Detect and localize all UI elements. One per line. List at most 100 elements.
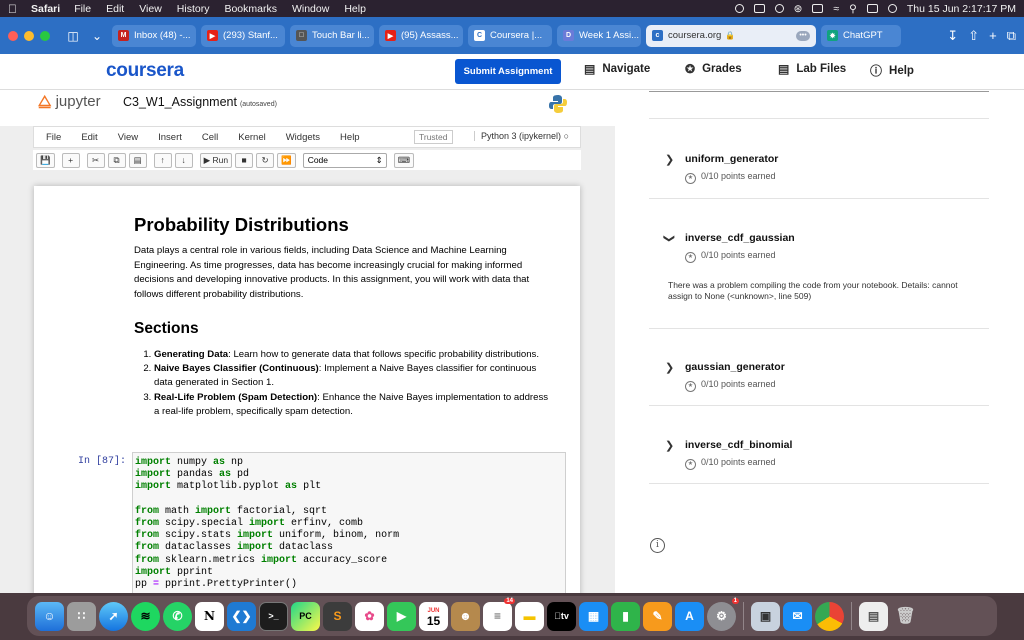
tab-overview-icon[interactable]: ⧉ [1007,28,1016,44]
menu-history[interactable]: History [177,3,210,15]
apple-icon[interactable]:  [8,2,17,16]
download-icon[interactable]: ↧ [947,28,958,44]
address-bar-url[interactable]: coursera.org [668,30,721,41]
new-tab-icon[interactable]: + [989,28,997,44]
trash-icon[interactable]: 🗑 [891,602,920,631]
downloads-stack-icon[interactable]: ▤ [859,601,888,631]
pycharm-icon[interactable]: PC [291,601,320,631]
notes-icon[interactable]: ▬ [515,601,544,631]
safari-icon[interactable]: ➚ [99,601,128,631]
restart-icon[interactable]: ↻ [256,152,275,168]
tab-touch-bar[interactable]:  Touch Bar li... [290,24,374,47]
airdrop-icon[interactable] [774,4,784,13]
calendar-icon[interactable]: JUN 15 [419,601,448,631]
info-icon[interactable]: i [650,538,665,553]
chrome-icon[interactable] [815,601,844,631]
move-up-icon[interactable]: ↑ [153,152,172,168]
jmenu-insert[interactable]: Insert [158,132,182,143]
jmenu-help[interactable]: Help [340,132,360,143]
pages-icon[interactable]: ✎ [643,601,672,631]
apple-tv-icon[interactable]: tv [547,601,576,631]
photos-icon[interactable]: ✿ [355,601,384,631]
timer-icon[interactable] [734,4,744,13]
menu-edit[interactable]: Edit [106,3,124,15]
numbers-icon[interactable]: ▮ [611,601,640,631]
paste-icon[interactable]: ▤ [128,152,147,168]
contacts-icon[interactable]: ☻ [451,601,480,631]
jmenu-edit[interactable]: Edit [81,132,97,143]
spotlight-icon[interactable]: ⚲ [849,3,857,15]
zoom-window-button[interactable] [40,30,50,41]
menu-app-name[interactable]: Safari [31,3,60,15]
tab-active-coursera[interactable]: c coursera.org 🔒 ••• [646,24,816,47]
stop-icon[interactable]: ■ [235,152,254,168]
siri-icon[interactable] [887,4,897,13]
lab-files-button[interactable]: ▤ Lab Files [778,62,846,76]
save-icon[interactable]: 💾 [36,152,55,168]
more-icon[interactable]: ••• [796,30,810,41]
chevron-right-icon[interactable]: ❯ [665,439,674,452]
menu-clock[interactable]: Thu 15 Jun 2:17:17 PM [907,3,1016,15]
keynote-icon[interactable]: ▦ [579,601,608,631]
insert-cell-icon[interactable]: + [61,152,80,168]
terminal-icon[interactable]: >_ [259,601,288,631]
jmenu-widgets[interactable]: Widgets [286,132,320,143]
preview-icon[interactable]: ▣ [751,601,780,631]
grades-button[interactable]: ✪ Grades [685,62,742,76]
chevron-down-icon[interactable]: ⌄ [88,29,106,43]
app-store-icon[interactable]: A [675,601,704,631]
chevron-right-icon[interactable]: ❯ [665,361,674,374]
tab-coursera[interactable]: C Coursera |... [468,24,552,47]
reminders-icon[interactable]: ≡ 14 [483,597,515,631]
spotify-icon[interactable]: ≋ [131,601,160,631]
jmenu-kernel[interactable]: Kernel [238,132,265,143]
tab-chatgpt[interactable]: ✸ ChatGPT [821,24,901,47]
menu-bookmarks[interactable]: Bookmarks [224,3,277,15]
help-button[interactable]: ⓘ Help [870,62,914,79]
submit-assignment-button[interactable]: Submit Assignment [455,59,561,84]
share-icon[interactable]: ⇧ [968,28,979,44]
cut-icon[interactable]: ✂ [86,152,105,168]
mail-icon[interactable]: ✉ [783,601,812,631]
facetime-icon[interactable]: ▶ [387,601,416,631]
menu-help[interactable]: Help [344,3,366,15]
control-center-icon[interactable] [866,4,878,13]
fast-forward-icon[interactable]: ⏩ [277,152,296,168]
copy-icon[interactable]: ⧉ [107,152,126,168]
sidebar-icon[interactable]: ◫ [64,29,82,43]
move-down-icon[interactable]: ↓ [174,152,193,168]
notebook-title[interactable]: C3_W1_Assignment (autosaved) [123,95,277,109]
cell-type-select[interactable]: Code ⇕ [302,152,387,168]
tab-inbox[interactable]: M Inbox (48) -... [112,24,196,47]
bluetooth-icon[interactable]: ⊛ [794,3,803,15]
tab-youtube-stanford[interactable]: ▶ (293) Stanf... [201,24,285,47]
sublime-text-icon[interactable]: S [323,601,352,631]
tab-week1[interactable]: D Week 1 Assi... [557,24,641,47]
jmenu-view[interactable]: View [118,132,138,143]
navigate-button[interactable]: ▤ Navigate [584,62,650,76]
menu-window[interactable]: Window [292,3,329,15]
system-settings-icon[interactable]: ⚙ 1 [707,597,739,631]
coursera-logo[interactable]: coursera [106,60,184,82]
trusted-badge[interactable]: Trusted [414,130,453,144]
menu-view[interactable]: View [139,3,162,15]
vscode-icon[interactable]: ❮❯ [227,601,256,631]
finder-icon[interactable]: ☺ [35,601,64,631]
keyboard-icon[interactable]: ⌨ [393,152,414,168]
display-icon[interactable] [753,4,765,13]
chevron-down-icon[interactable]: ❯ [663,234,676,243]
tab-youtube-assassin[interactable]: ▶ (95) Assass... [379,24,463,47]
launchpad-icon[interactable]: ∷ [67,601,96,631]
whatsapp-icon[interactable]: ✆ [163,601,192,631]
battery-icon[interactable] [812,4,824,13]
menu-file[interactable]: File [74,3,91,15]
chevron-right-icon[interactable]: ❯ [665,153,674,166]
minimize-window-button[interactable] [24,30,34,41]
jmenu-file[interactable]: File [46,132,61,143]
jmenu-cell[interactable]: Cell [202,132,218,143]
close-window-button[interactable] [8,30,18,41]
notion-icon[interactable]: N [195,601,224,631]
wifi-icon[interactable]: ≈ [833,3,839,15]
run-button[interactable]: ▶ Run [199,152,233,168]
jupyter-logo[interactable]: ⧋ jupyter [38,93,101,110]
